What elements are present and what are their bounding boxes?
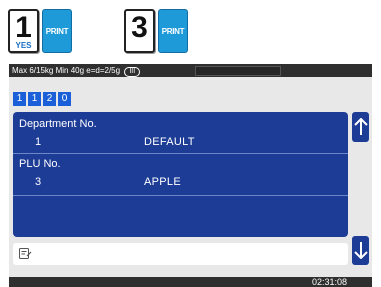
department-row[interactable]: Department No. 1 DEFAULT <box>13 116 348 152</box>
print-key: PRINT <box>42 9 72 53</box>
scroll-down-button[interactable] <box>352 236 369 265</box>
edit-note-icon <box>19 248 32 259</box>
key-1-yes: 1 YES <box>8 9 39 53</box>
key-3: 3 <box>124 9 155 53</box>
scale-screen: Max 6/15kg Min 40g e=d=2/5g III 1120 Dep… <box>9 64 372 287</box>
key-digit: 3 <box>131 11 148 44</box>
arrow-down-icon <box>353 242 368 260</box>
input-digits: 1120 <box>13 88 73 106</box>
plu-info-panel: Department No. 1 DEFAULT PLU No. 3 APPLE <box>13 112 348 237</box>
department-number: 1 <box>35 136 42 148</box>
clock-bar: 02:31:08 <box>9 277 372 287</box>
scroll-up-button[interactable] <box>352 112 369 142</box>
input-digit: 0 <box>58 92 71 106</box>
input-digit: 1 <box>13 92 26 106</box>
key-sub-label: YES <box>15 41 32 50</box>
input-digit: 2 <box>43 92 56 106</box>
row-divider <box>13 195 348 196</box>
input-digit: 1 <box>28 92 41 106</box>
message-bar[interactable] <box>13 243 348 265</box>
capacity-text: Max 6/15kg Min 40g e=d=2/5g <box>12 66 121 75</box>
plu-name: APPLE <box>144 176 181 188</box>
key-digit: 1 <box>15 11 32 44</box>
capacity-label: Max 6/15kg Min 40g e=d=2/5g III <box>12 64 141 77</box>
arrow-up-icon <box>353 117 368 135</box>
plu-label: PLU No. <box>19 158 61 170</box>
key-sequence: 1 YES PRINT 3 PRINT <box>0 0 381 62</box>
status-indicator-box <box>195 66 281 76</box>
clock-time: 02:31:08 <box>311 277 347 287</box>
plu-row[interactable]: PLU No. 3 APPLE <box>13 154 348 194</box>
print-key: PRINT <box>158 9 188 53</box>
department-name: DEFAULT <box>144 136 195 148</box>
accuracy-class-badge: III <box>124 67 141 77</box>
status-bar: Max 6/15kg Min 40g e=d=2/5g III <box>9 64 372 77</box>
department-label: Department No. <box>19 118 97 130</box>
plu-number: 3 <box>35 176 42 188</box>
